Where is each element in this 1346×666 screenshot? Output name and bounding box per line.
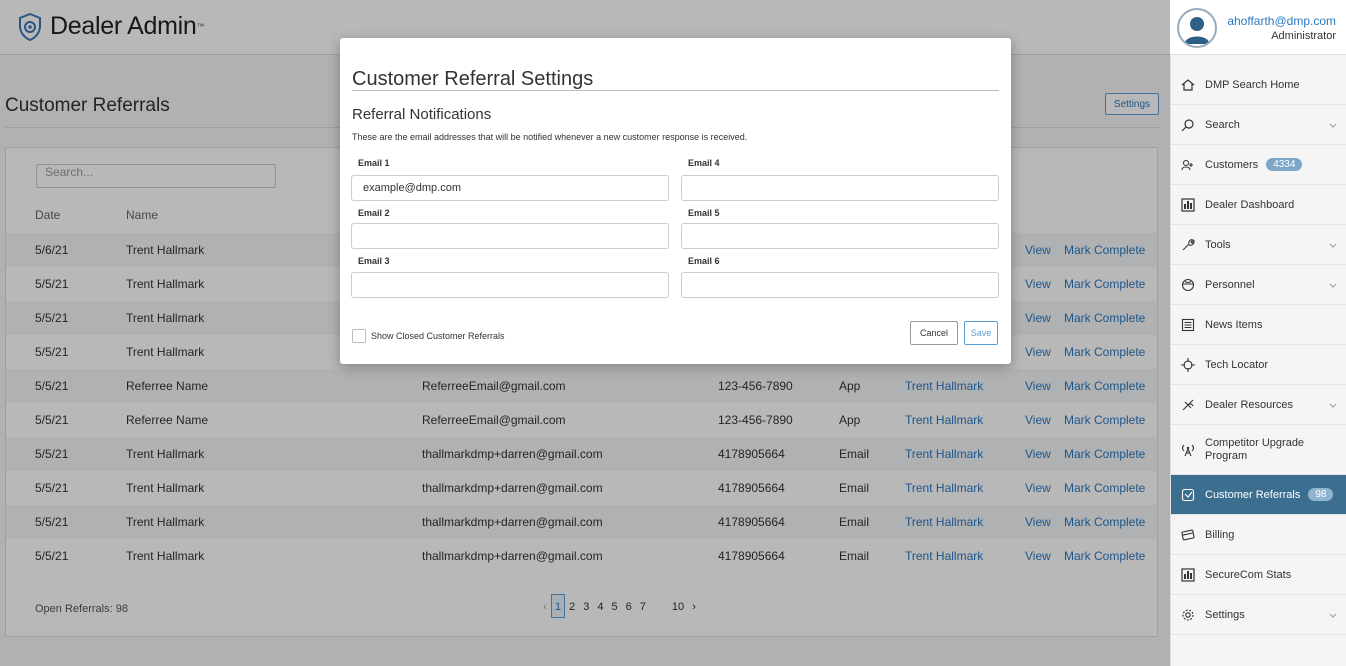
referral-settings-modal: Customer Referral Settings Referral Noti… (340, 38, 1011, 364)
news-icon (1179, 316, 1197, 334)
referrals-icon (1179, 486, 1197, 504)
sidebar-item-label: Settings (1205, 608, 1245, 621)
sidebar-item-label: Search (1205, 118, 1240, 131)
sidebar-item-search[interactable]: Search (1171, 105, 1346, 145)
sidebar-item-tools[interactable]: Tools (1171, 225, 1346, 265)
stats-icon (1179, 566, 1197, 584)
gear-icon (1179, 606, 1197, 624)
modal-subtitle: Referral Notifications (352, 106, 492, 123)
email-1-label: Email 1 (358, 158, 390, 168)
chevron-down-icon (1329, 123, 1337, 128)
email-5-field[interactable] (681, 223, 999, 249)
sidebar-item-label: DMP Search Home (1205, 78, 1300, 91)
sidebar-item-label: Dealer Dashboard (1205, 198, 1295, 211)
wrench-icon (1179, 236, 1197, 254)
avatar[interactable] (1177, 8, 1218, 48)
locator-icon (1179, 356, 1197, 374)
sidebar-item-label: Tech Locator (1205, 358, 1268, 371)
save-button[interactable]: Save (964, 321, 998, 345)
sidebar-item-customer-referrals[interactable]: Customer Referrals 98 (1171, 475, 1346, 515)
sidebar-item-dealer-dashboard[interactable]: Dealer Dashboard (1171, 185, 1346, 225)
customers-count-badge: 4334 (1266, 158, 1303, 171)
sidebar-item-personnel[interactable]: Personnel (1171, 265, 1346, 305)
dashboard-icon (1179, 196, 1197, 214)
antenna-icon (1179, 441, 1197, 459)
user-email[interactable]: ahoffarth@dmp.com (1227, 14, 1336, 28)
email-1-field[interactable] (351, 175, 669, 201)
cancel-button[interactable]: Cancel (910, 321, 958, 345)
sidebar-item-dmp-search-home[interactable]: DMP Search Home (1171, 65, 1346, 105)
chevron-down-icon (1329, 613, 1337, 618)
chevron-down-icon (1329, 403, 1337, 408)
sidebar-item-customers[interactable]: Customers 4334 (1171, 145, 1346, 185)
sidebar-item-securecom-stats[interactable]: SecureCom Stats (1171, 555, 1346, 595)
search-icon (1179, 116, 1197, 134)
email-5-label: Email 5 (688, 208, 720, 218)
sidebar-item-label: News Items (1205, 318, 1263, 331)
divider (352, 90, 999, 91)
sidebar-item-label: Customers (1205, 158, 1259, 171)
modal-title: Customer Referral Settings (352, 68, 594, 90)
sidebar-item-settings[interactable]: Settings (1171, 595, 1346, 635)
email-2-field[interactable] (351, 223, 669, 249)
chevron-down-icon (1329, 243, 1337, 248)
email-3-field[interactable] (351, 272, 669, 298)
email-4-label: Email 4 (688, 158, 720, 168)
email-3-label: Email 3 (358, 256, 390, 266)
email-4-field[interactable] (681, 175, 999, 201)
customers-icon (1179, 156, 1197, 174)
email-6-field[interactable] (681, 272, 999, 298)
sidebar-item-news-items[interactable]: News Items (1171, 305, 1346, 345)
sidebar-item-label: Personnel (1205, 278, 1255, 291)
resources-icon (1179, 396, 1197, 414)
email-6-label: Email 6 (688, 256, 720, 266)
user-icon (1184, 17, 1211, 44)
sidebar-item-label: Dealer Resources (1205, 398, 1294, 411)
sidebar-item-label: Customer Referrals (1205, 488, 1301, 501)
sidebar-item-label: Billing (1205, 528, 1235, 541)
sidebar-item-dealer-resources[interactable]: Dealer Resources (1171, 385, 1346, 425)
home-icon (1179, 76, 1197, 94)
sidebar-item-competitor-upgrade-program[interactable]: Competitor Upgrade Program (1171, 425, 1346, 475)
sidebar-item-billing[interactable]: Billing (1171, 515, 1346, 555)
sidebar-item-label: SecureCom Stats (1205, 568, 1292, 581)
show-closed-checkbox[interactable] (352, 329, 366, 343)
email-2-label: Email 2 (358, 208, 390, 218)
modal-description: These are the email addresses that will … (352, 132, 748, 142)
sidebar: DMP Search Home Search Customers 4334 De… (1170, 55, 1346, 666)
chevron-down-icon (1329, 283, 1337, 288)
referrals-count-badge: 98 (1308, 488, 1334, 501)
sidebar-item-tech-locator[interactable]: Tech Locator (1171, 345, 1346, 385)
personnel-icon (1179, 276, 1197, 294)
user-role: Administrator (1271, 30, 1336, 42)
user-menu[interactable]: ahoffarth@dmp.com Administrator (1177, 8, 1336, 48)
billing-icon (1179, 526, 1197, 544)
show-closed-label[interactable]: Show Closed Customer Referrals (371, 331, 505, 341)
sidebar-item-label: Tools (1205, 238, 1231, 251)
sidebar-item-label: Competitor Upgrade Program (1205, 436, 1305, 462)
